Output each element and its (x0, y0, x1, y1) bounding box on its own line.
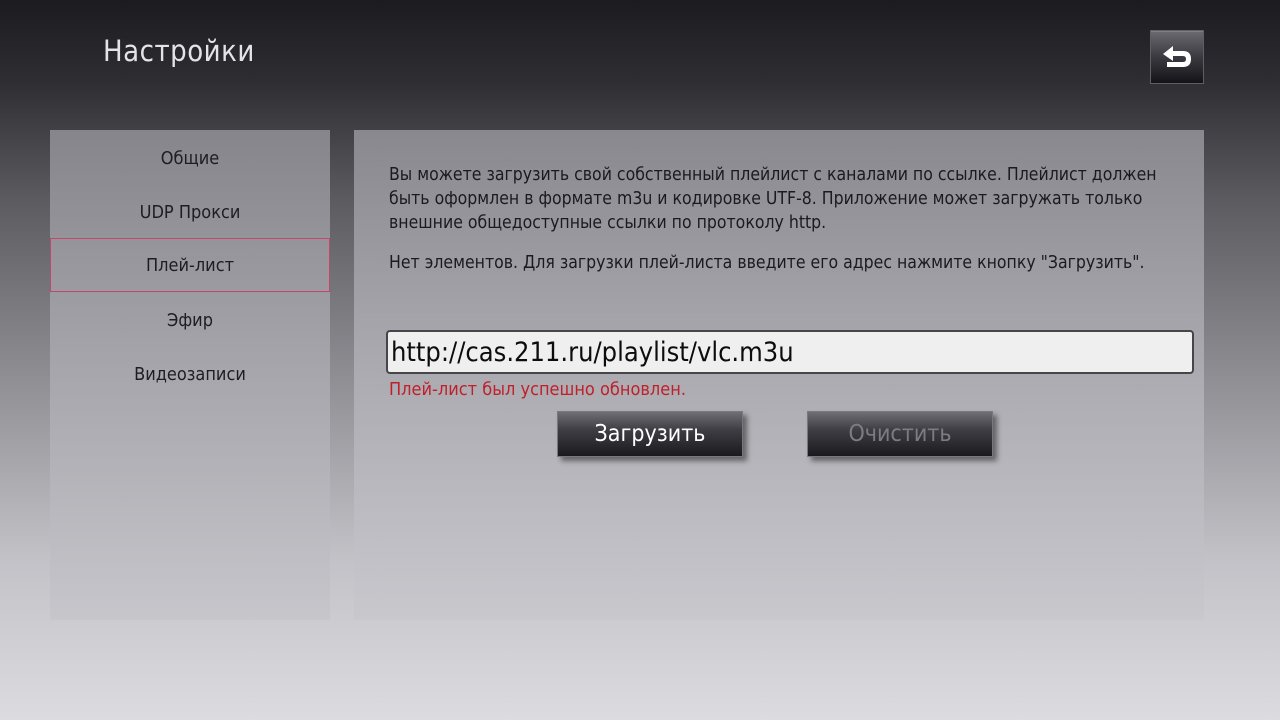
sidebar-item-broadcast[interactable]: Эфир (50, 293, 330, 347)
undo-arrow-icon (1163, 46, 1191, 67)
clear-button[interactable]: Очистить (807, 411, 993, 457)
sidebar-item-playlist[interactable]: Плей-лист (50, 238, 330, 292)
back-button[interactable] (1150, 30, 1204, 84)
playlist-description: Вы можете загрузить свой собственный пле… (389, 165, 1157, 233)
sidebar: Общие UDP Прокси Плей-лист Эфир Видеозап… (50, 130, 330, 620)
sidebar-item-general[interactable]: Общие (50, 131, 330, 185)
success-message: Плей-лист был успешно обновлен. (389, 379, 686, 400)
playlist-url-input[interactable] (386, 330, 1194, 374)
playlist-panel: Вы можете загрузить свой собственный пле… (354, 130, 1204, 620)
load-button[interactable]: Загрузить (557, 411, 743, 457)
sidebar-item-recordings[interactable]: Видеозаписи (50, 347, 330, 401)
sidebar-item-udp-proxy[interactable]: UDP Прокси (50, 185, 330, 239)
page-title: Настройки (103, 34, 255, 68)
playlist-status: Нет элементов. Для загрузки плей-листа в… (389, 253, 1145, 273)
